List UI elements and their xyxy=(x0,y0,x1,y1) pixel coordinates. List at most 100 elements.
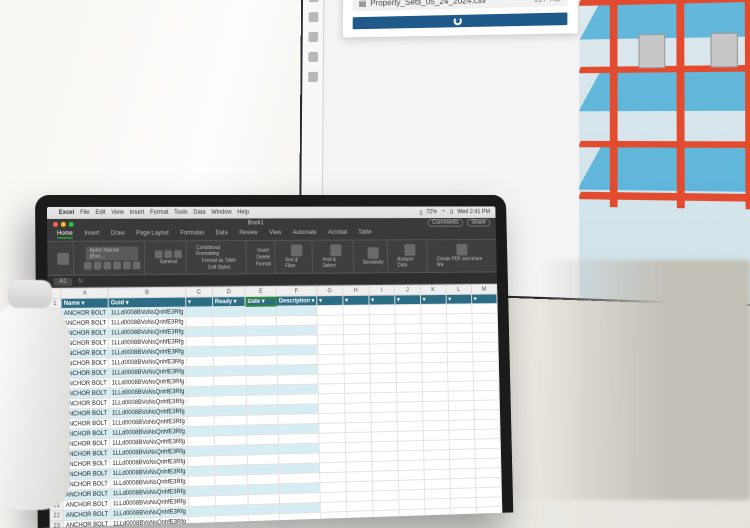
cell[interactable] xyxy=(246,355,277,365)
cell[interactable] xyxy=(317,325,343,335)
cell[interactable] xyxy=(472,323,498,333)
cell[interactable] xyxy=(277,335,317,345)
ribbon-tab[interactable]: Draw xyxy=(111,231,125,239)
wifi-icon[interactable]: ⌔ xyxy=(441,208,446,216)
cell[interactable] xyxy=(473,381,499,391)
cell[interactable] xyxy=(213,326,246,336)
find-icon[interactable] xyxy=(330,244,341,256)
cell[interactable] xyxy=(318,393,344,403)
ribbon-tab[interactable]: Table xyxy=(358,230,371,238)
cell[interactable] xyxy=(318,354,344,364)
table-header-cell[interactable]: Description ▾ xyxy=(276,296,316,306)
share-pdf-group[interactable]: Create PDF and share link xyxy=(433,240,492,272)
border-icon[interactable] xyxy=(113,261,121,269)
cell[interactable] xyxy=(451,517,477,528)
cell[interactable] xyxy=(371,422,397,432)
ribbon-item[interactable]: Format xyxy=(256,261,271,267)
align-right-icon[interactable] xyxy=(174,250,182,258)
cell[interactable] xyxy=(344,363,370,373)
menubar-app-name[interactable]: Excel xyxy=(59,210,74,216)
cell[interactable] xyxy=(246,336,277,346)
column-header[interactable]: A xyxy=(61,288,108,298)
table-header-cell[interactable]: Name ▾ xyxy=(61,298,108,309)
fx-icon[interactable]: fx xyxy=(78,278,83,284)
column-header[interactable]: I xyxy=(369,285,395,295)
cell[interactable] xyxy=(423,401,449,411)
table-header-cell[interactable]: ▾ xyxy=(369,295,395,305)
cell[interactable]: ANCHOR BOLT xyxy=(63,519,110,528)
cell[interactable] xyxy=(277,315,317,325)
cell[interactable] xyxy=(245,306,276,316)
cell[interactable] xyxy=(396,372,422,382)
cell[interactable] xyxy=(319,403,345,413)
cell[interactable] xyxy=(476,506,502,517)
pdf-icon[interactable] xyxy=(456,244,467,256)
cell[interactable] xyxy=(277,306,317,316)
ribbon-tab[interactable]: Acrobat xyxy=(328,230,347,238)
rail-icon[interactable] xyxy=(308,12,318,22)
cell[interactable] xyxy=(421,314,447,324)
comments-button[interactable]: Comments xyxy=(428,219,464,227)
cell[interactable] xyxy=(446,313,472,323)
cell[interactable] xyxy=(343,315,369,325)
zoom-icon[interactable] xyxy=(69,221,74,226)
cell[interactable] xyxy=(347,511,373,522)
cell[interactable] xyxy=(448,400,474,410)
column-header[interactable]: F xyxy=(276,286,316,296)
cell[interactable] xyxy=(370,344,396,354)
sensitivity-icon[interactable] xyxy=(367,247,378,259)
ribbon-item[interactable]: Format as Table xyxy=(202,257,236,263)
column-header[interactable]: L xyxy=(446,285,472,295)
cell[interactable] xyxy=(399,519,425,528)
cell[interactable] xyxy=(397,392,423,402)
cell[interactable] xyxy=(246,365,277,375)
cell[interactable] xyxy=(277,345,317,355)
cell[interactable] xyxy=(317,344,343,354)
cell[interactable] xyxy=(186,307,213,317)
cell[interactable] xyxy=(213,356,246,366)
underline-icon[interactable] xyxy=(103,262,111,270)
cell[interactable] xyxy=(396,382,422,392)
align-center-icon[interactable] xyxy=(164,250,172,258)
cell[interactable] xyxy=(280,522,321,528)
ribbon-tab[interactable]: Insert xyxy=(85,231,100,239)
cell[interactable] xyxy=(472,332,498,342)
cell[interactable] xyxy=(319,413,345,423)
align-left-icon[interactable] xyxy=(155,250,163,258)
column-header[interactable]: H xyxy=(343,286,369,296)
cell[interactable] xyxy=(186,346,213,356)
cell[interactable] xyxy=(347,520,373,528)
font-selector[interactable]: Aptos Narrow (Bod… xyxy=(86,246,139,260)
styles-group[interactable]: Conditional Formatting Format as Table C… xyxy=(192,241,246,274)
cell[interactable] xyxy=(213,366,246,376)
cell[interactable] xyxy=(188,516,215,527)
cell[interactable] xyxy=(214,376,247,387)
cell[interactable] xyxy=(318,374,344,384)
cells-group[interactable]: Insert Delete Format xyxy=(252,241,276,273)
cell[interactable] xyxy=(246,316,277,326)
cell[interactable] xyxy=(186,366,213,376)
cell[interactable] xyxy=(318,364,344,374)
cell[interactable] xyxy=(277,325,317,335)
ribbon-tab[interactable]: Formulas xyxy=(180,230,204,238)
cell[interactable] xyxy=(447,323,473,333)
cell[interactable]: ANCHOR BOLT xyxy=(61,318,108,329)
ribbon-item[interactable]: Analyze Data xyxy=(397,257,423,269)
cell[interactable] xyxy=(396,363,422,373)
cell[interactable] xyxy=(249,514,281,525)
cell[interactable] xyxy=(370,383,396,393)
cell[interactable] xyxy=(447,333,473,343)
cell[interactable] xyxy=(472,304,498,314)
sensitivity-group[interactable]: Sensitivity xyxy=(359,240,389,272)
cell[interactable] xyxy=(422,382,448,392)
cell[interactable] xyxy=(423,420,449,430)
cell[interactable] xyxy=(247,385,278,396)
cell[interactable] xyxy=(373,520,399,528)
cell[interactable] xyxy=(447,342,473,352)
cell[interactable] xyxy=(422,362,448,372)
cell[interactable] xyxy=(371,402,397,412)
cell[interactable] xyxy=(448,371,474,381)
menu-item[interactable]: Format xyxy=(150,210,168,216)
cell[interactable] xyxy=(446,304,472,314)
cell[interactable] xyxy=(371,412,397,422)
